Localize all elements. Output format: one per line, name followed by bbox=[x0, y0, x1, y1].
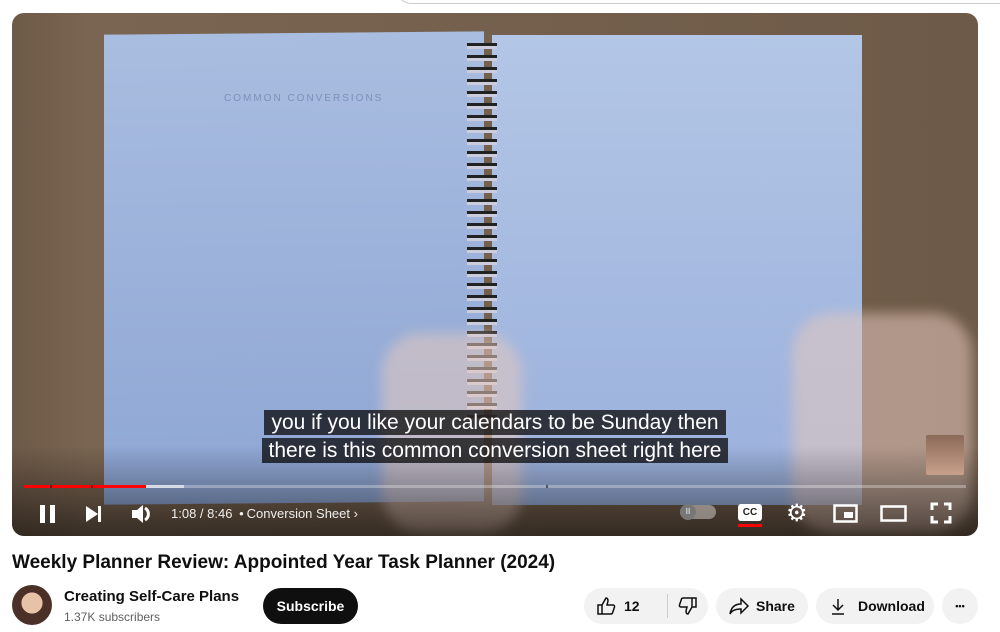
like-dislike-group: 12 bbox=[584, 588, 708, 624]
like-button[interactable]: 12 bbox=[584, 594, 668, 618]
page-heading: COMMON CONVERSIONS bbox=[224, 93, 384, 104]
caption-line-2: there is this common conversion sheet ri… bbox=[12, 438, 978, 463]
subscriber-count: 1.37K subscribers bbox=[64, 610, 161, 624]
download-icon bbox=[832, 599, 844, 615]
captions-button[interactable]: CC bbox=[738, 504, 762, 521]
more-actions-button[interactable]: ••• bbox=[942, 588, 978, 624]
video-title: Weekly Planner Review: Appointed Year Ta… bbox=[12, 552, 556, 573]
more-icon: ••• bbox=[955, 601, 965, 611]
subscribe-button[interactable]: Subscribe bbox=[263, 588, 358, 624]
volume-icon[interactable] bbox=[130, 503, 154, 525]
chapter-button[interactable]: Conversion Sheet bbox=[247, 506, 350, 521]
chapter-gap bbox=[91, 485, 93, 488]
search-box[interactable] bbox=[395, 0, 1000, 4]
miniplayer-icon[interactable] bbox=[833, 503, 859, 525]
channel-watermark[interactable] bbox=[926, 435, 964, 475]
video-player[interactable]: COMMON CONVERSIONS you if you like your … bbox=[12, 13, 978, 536]
caption-line-1: you if you like your calendars to be Sun… bbox=[12, 410, 978, 435]
share-label: Share bbox=[756, 598, 795, 614]
chapter-gap bbox=[546, 485, 548, 488]
download-label: Download bbox=[858, 598, 925, 614]
settings-gear-icon[interactable]: ⚙ bbox=[786, 499, 808, 528]
chapter-gap bbox=[50, 485, 52, 488]
download-button[interactable]: Download bbox=[816, 588, 934, 624]
pause-icon[interactable] bbox=[38, 503, 58, 525]
captions-active-indicator bbox=[738, 524, 762, 527]
channel-avatar[interactable] bbox=[12, 585, 52, 625]
fullscreen-icon[interactable] bbox=[930, 502, 952, 524]
thumbs-down-icon[interactable] bbox=[678, 596, 698, 616]
progress-bar[interactable] bbox=[24, 485, 966, 488]
share-icon bbox=[729, 597, 750, 615]
next-icon[interactable] bbox=[84, 504, 104, 524]
like-count: 12 bbox=[624, 598, 640, 614]
share-button[interactable]: Share bbox=[716, 588, 808, 624]
played-bar bbox=[24, 485, 147, 488]
autoplay-toggle[interactable]: II bbox=[680, 504, 716, 520]
time-display: 1:08 / 8:46 • Conversion Sheet › bbox=[171, 506, 358, 521]
thumbs-up-icon bbox=[597, 597, 616, 615]
channel-name[interactable]: Creating Self-Care Plans bbox=[64, 588, 239, 605]
theater-mode-icon[interactable] bbox=[880, 503, 908, 525]
chevron-right-icon: › bbox=[353, 506, 358, 521]
